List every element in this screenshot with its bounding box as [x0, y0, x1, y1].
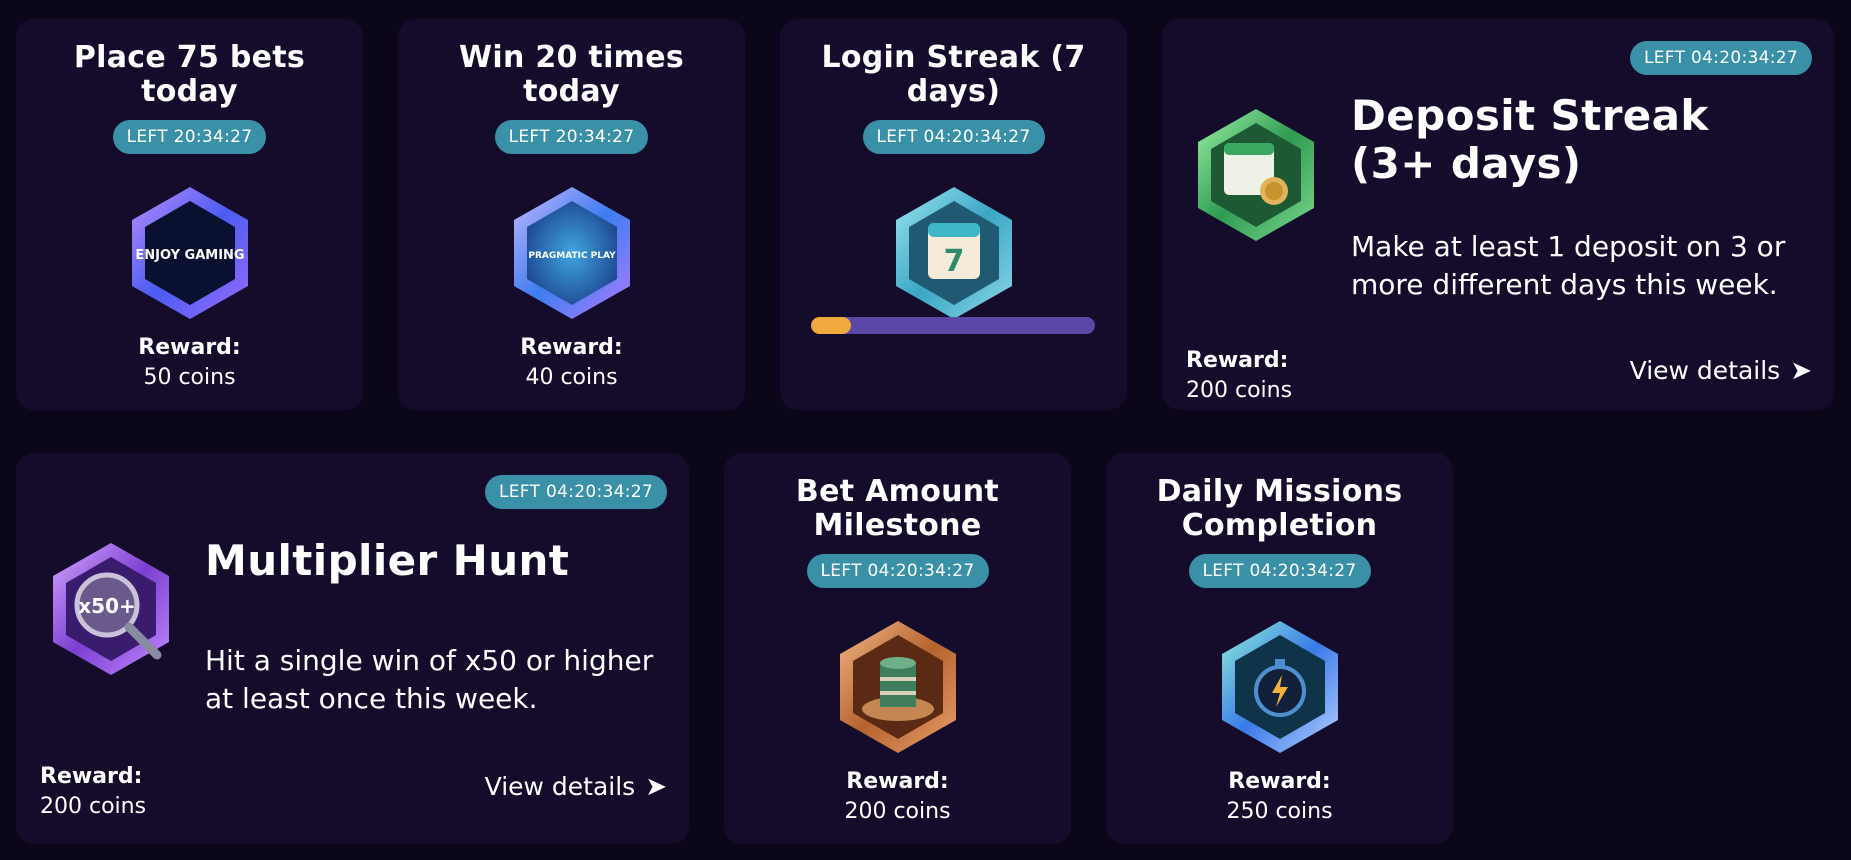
- timer-badge: LEFT 04:20:34:27: [485, 475, 667, 509]
- view-details-label: View details: [484, 772, 636, 801]
- mission-title: Login Streak (7 days): [821, 40, 1086, 109]
- mission-title: Place 75 bets today: [73, 40, 306, 109]
- mission-description: Hit a single win of x50 or higher at lea…: [205, 644, 654, 715]
- mission-title: Multiplier Hunt: [205, 536, 570, 585]
- mission-title: Bet Amount Milestone: [795, 474, 1000, 543]
- icon-text: x50+: [78, 594, 136, 618]
- arrow-right-icon: ➤: [1790, 356, 1812, 386]
- reward-value: 200 coins: [1186, 378, 1293, 403]
- timer-badge: LEFT 04:20:34:27: [1188, 554, 1371, 588]
- progress-fill: [811, 317, 851, 334]
- timer-badge: LEFT 20:34:27: [494, 120, 649, 154]
- mission-card-place-bets[interactable]: Place 75 bets today LEFT 20:34:27 ENJOY …: [16, 19, 363, 410]
- pragmatic-play-icon: PRAGMATIC PLAY: [514, 187, 630, 319]
- mission-title: Win 20 times today: [458, 40, 685, 109]
- stopwatch-icon: [1222, 621, 1338, 753]
- timer-badge: LEFT 04:20:34:27: [806, 554, 989, 588]
- icon-text: 7: [944, 244, 965, 279]
- mission-card-deposit-streak[interactable]: LEFT 04:20:34:27 Deposit Streak (3+ days…: [1162, 19, 1834, 410]
- reward-value: 200 coins: [40, 794, 147, 819]
- reward-value: 250 coins: [1226, 799, 1333, 824]
- reward-label: Reward:: [138, 335, 241, 360]
- reward-value: 40 coins: [525, 365, 618, 390]
- arrow-right-icon: ➤: [645, 772, 667, 802]
- mission-card-multiplier-hunt[interactable]: LEFT 04:20:34:27 x50+ Multiplier Hunt Hi…: [16, 453, 689, 844]
- magnifier-x50-icon: x50+: [53, 543, 169, 675]
- icon-text: ENJOY GAMING: [135, 248, 244, 263]
- mission-card-login-streak[interactable]: Login Streak (7 days) LEFT 04:20:34:27 7: [780, 19, 1127, 410]
- reward-label: Reward:: [1186, 348, 1289, 373]
- mission-card-daily-completion[interactable]: Daily Missions Completion LEFT 04:20:34:…: [1106, 453, 1453, 844]
- timer-badge: LEFT 04:20:34:27: [862, 120, 1045, 154]
- mission-card-win-times[interactable]: Win 20 times today LEFT 20:34:27 PRAGMAT…: [398, 19, 745, 410]
- timer-badge: LEFT 04:20:34:27: [1630, 41, 1812, 75]
- mission-description: Make at least 1 deposit on 3 or more dif…: [1351, 230, 1786, 301]
- view-details-link[interactable]: View details ➤: [1630, 356, 1812, 386]
- calendar-coins-icon: [1198, 109, 1314, 241]
- view-details-label: View details: [1629, 356, 1781, 385]
- reward-label: Reward:: [846, 769, 949, 794]
- icon-text: PRAGMATIC PLAY: [528, 251, 616, 261]
- view-details-link[interactable]: View details ➤: [485, 772, 667, 802]
- reward-label: Reward:: [520, 335, 623, 360]
- progress-bar: [811, 317, 1095, 334]
- reward-value: 200 coins: [844, 799, 951, 824]
- reward-label: Reward:: [40, 764, 143, 789]
- mission-title: Daily Missions Completion: [1156, 474, 1403, 543]
- mission-card-bet-amount[interactable]: Bet Amount Milestone LEFT 04:20:34:27 Re…: [724, 453, 1071, 844]
- reward-value: 50 coins: [143, 365, 236, 390]
- timer-badge: LEFT 20:34:27: [112, 120, 267, 154]
- roulette-chips-icon: [840, 621, 956, 753]
- mission-title: Deposit Streak (3+ days): [1351, 91, 1709, 188]
- calendar-7-icon: 7: [896, 187, 1012, 319]
- enjoy-gaming-icon: ENJOY GAMING: [132, 187, 248, 319]
- reward-label: Reward:: [1228, 769, 1331, 794]
